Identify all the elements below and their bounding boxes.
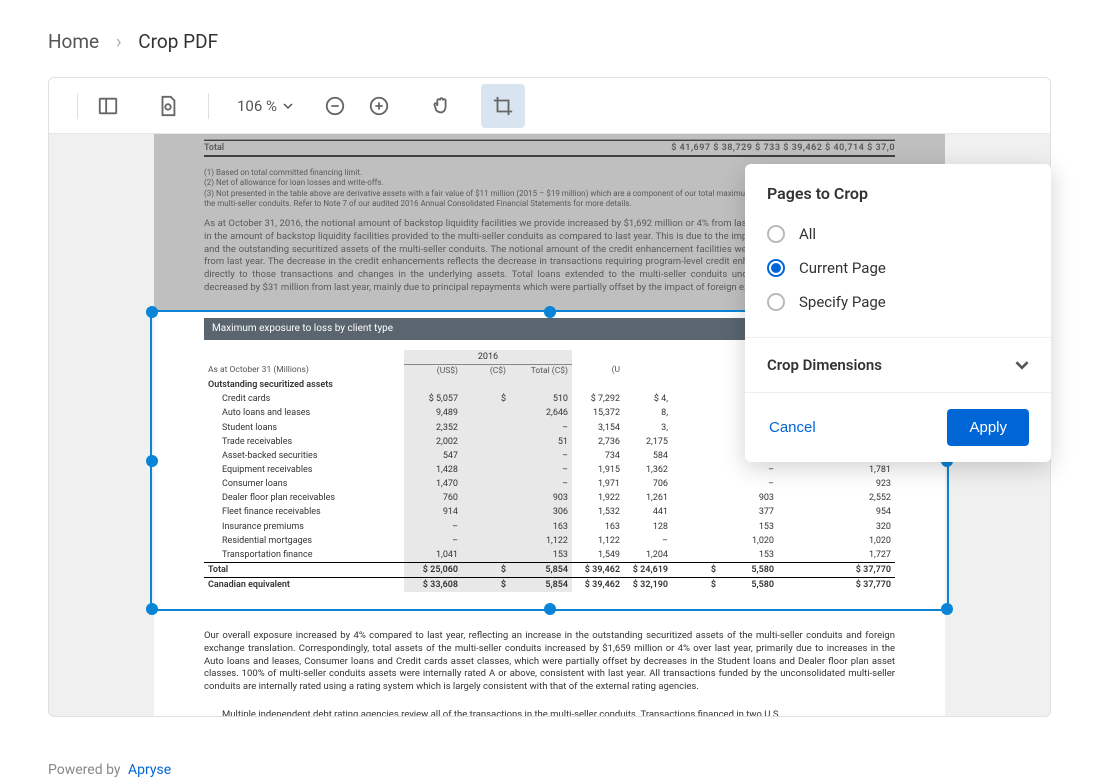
- page-view-button[interactable]: [146, 84, 190, 128]
- crop-tool-button[interactable]: [481, 84, 525, 128]
- breadcrumb-home[interactable]: Home: [48, 30, 99, 53]
- crop-handle-bm[interactable]: [544, 603, 556, 615]
- crop-panel: Pages to Crop All Current Page Specify Pag…: [745, 164, 1051, 462]
- brand-link[interactable]: Apryse: [128, 762, 171, 778]
- document-paragraph: Multiple independent debt rating agencie…: [204, 709, 895, 716]
- panel-toggle-button[interactable]: [86, 84, 130, 128]
- pan-tool-button[interactable]: [419, 84, 463, 128]
- radio-label: All: [799, 225, 816, 243]
- crop-handle-bl[interactable]: [146, 603, 158, 615]
- panel-title: Pages to Crop: [745, 184, 1051, 217]
- crop-dimensions-toggle[interactable]: Crop Dimensions: [745, 337, 1051, 392]
- crop-handle-tm[interactable]: [544, 306, 556, 318]
- zoom-in-button[interactable]: [357, 84, 401, 128]
- breadcrumb-separator: ›: [116, 30, 122, 53]
- crop-handle-br[interactable]: [941, 603, 953, 615]
- apply-button[interactable]: Apply: [947, 409, 1029, 446]
- breadcrumb: Home › Crop PDF: [0, 0, 1099, 77]
- document-paragraph: Our overall exposure increased by 4% com…: [204, 630, 895, 694]
- radio-option-current-page[interactable]: Current Page: [767, 251, 1029, 285]
- powered-by: Powered by Apryse: [48, 762, 171, 778]
- radio-option-specify-page[interactable]: Specify Page: [767, 285, 1029, 319]
- crop-handle-ml[interactable]: [146, 455, 158, 467]
- zoom-level[interactable]: 106 %: [227, 97, 303, 115]
- toolbar: 106 %: [49, 78, 1050, 134]
- radio-label: Specify Page: [799, 293, 886, 311]
- breadcrumb-current: Crop PDF: [138, 30, 218, 53]
- radio-label: Current Page: [799, 259, 886, 277]
- radio-icon: [767, 259, 785, 277]
- zoom-out-button[interactable]: [313, 84, 357, 128]
- chevron-down-icon: [1015, 358, 1029, 372]
- cancel-button[interactable]: Cancel: [767, 409, 818, 446]
- radio-icon: [767, 293, 785, 311]
- radio-icon: [767, 225, 785, 243]
- radio-option-all[interactable]: All: [767, 217, 1029, 251]
- crop-handle-tl[interactable]: [146, 306, 158, 318]
